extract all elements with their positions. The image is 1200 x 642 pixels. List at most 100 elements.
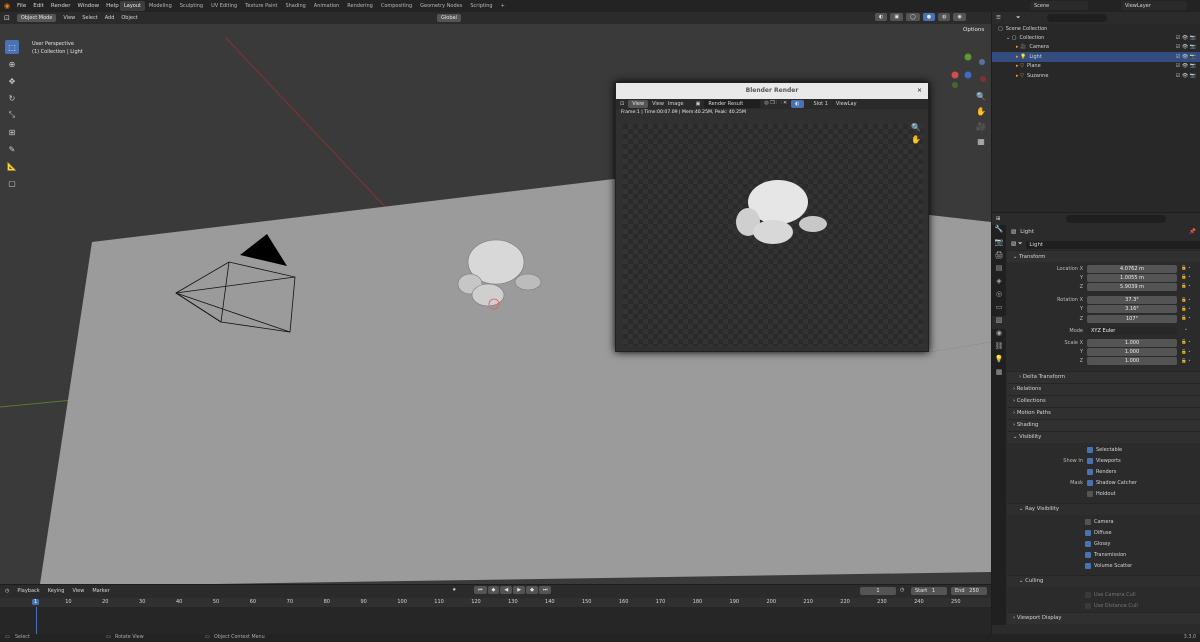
cursor-tool-icon[interactable]: ⊕ — [5, 57, 19, 71]
overlay-icon[interactable]: ◐ — [875, 13, 888, 21]
render-window[interactable]: Blender Render × ⊡ View View Image ▣ Ren… — [615, 82, 929, 352]
rendered-shading-icon[interactable]: ◉ — [953, 13, 966, 21]
object-datablock-field[interactable]: Light — [1026, 240, 1200, 249]
view-menu[interactable]: View — [72, 588, 84, 594]
view-mode-dropdown[interactable]: View — [628, 100, 649, 108]
image-editor-icon[interactable]: ⊡ — [620, 101, 624, 107]
tab-modeling[interactable]: Modeling — [145, 1, 176, 11]
blender-logo-icon[interactable]: ◉ — [4, 2, 10, 10]
holdout-checkbox[interactable] — [1087, 491, 1093, 498]
renders-checkbox[interactable] — [1087, 469, 1093, 476]
render-tab-icon[interactable]: 📷 — [992, 238, 1006, 251]
jump-start-icon[interactable]: ⏮ — [474, 586, 487, 594]
scale-z-field[interactable]: 1.000 — [1087, 357, 1177, 366]
clock-icon[interactable]: ◷ — [900, 587, 904, 593]
playback-menu[interactable]: Playback — [17, 588, 39, 594]
render-result-canvas[interactable]: 🔍 ✋ — [623, 123, 923, 346]
menu-window[interactable]: Window — [77, 3, 99, 9]
start-frame-field[interactable]: Start 1 — [911, 587, 947, 595]
current-frame-field[interactable]: 1 — [860, 587, 896, 595]
solid-shading-icon[interactable]: ● — [922, 13, 936, 21]
search-input[interactable] — [1047, 14, 1108, 22]
outliner[interactable]: ☰ ⏷ ▢ Scene Collection ⌄ ▢ Collection ☑ 👁 … — [992, 12, 1200, 212]
ray-glossy-checkbox[interactable] — [1085, 541, 1091, 548]
transform-orientation-dropdown[interactable]: Global — [437, 14, 461, 22]
lock-icon[interactable]: 🔓 • — [1177, 298, 1195, 303]
data-tab-icon[interactable]: 💡 — [992, 355, 1006, 368]
visibility-toggle-icons[interactable]: ☑ 👁 📷 — [1176, 35, 1196, 41]
tab-layout[interactable]: Layout — [120, 1, 145, 11]
end-frame-field[interactable]: End 250 — [951, 587, 987, 595]
prev-key-icon[interactable]: ◆ — [487, 586, 500, 594]
properties-editor[interactable]: ⊞ 🔧 📷 🖨 ▤ ◈ ◎ ▭ ▧ ◉ ⛓ 💡 ▦ ▧ Light 📌 ▧ ⏷ … — [992, 213, 1200, 642]
select-box-tool-icon[interactable]: ⬚ — [5, 40, 19, 54]
tab-animation[interactable]: Animation — [310, 1, 344, 11]
playhead[interactable] — [36, 607, 37, 634]
record-icon[interactable]: ⏺ — [453, 587, 456, 593]
object-tab-icon[interactable]: ▧ — [992, 316, 1006, 329]
keying-menu[interactable]: Keying — [48, 588, 65, 594]
outliner-item-light[interactable]: ▸ 💡 Light ☑ 👁 📷 — [992, 52, 1200, 62]
select-menu[interactable]: Select — [82, 15, 97, 21]
material-shading-icon[interactable]: ◍ — [938, 13, 951, 21]
add-cube-tool-icon[interactable]: ▢ — [5, 176, 19, 190]
timeline-editor-icon[interactable]: ◷ — [5, 588, 9, 594]
visibility-section-header[interactable]: ⌄ Visibility — [1007, 430, 1200, 443]
view-menu[interactable]: View — [63, 15, 75, 21]
lock-icon[interactable]: 🔓 • — [1177, 340, 1195, 345]
viewlayer-dropdown[interactable]: ViewLay — [836, 101, 857, 107]
jump-end-icon[interactable]: ⏭ — [538, 586, 552, 594]
collections-section-header[interactable]: › Collections — [1007, 394, 1200, 407]
zoom-icon[interactable]: 🔍 — [974, 92, 988, 106]
viewport-display-section-header[interactable]: › Viewport Display — [1007, 611, 1200, 624]
add-menu[interactable]: Add — [105, 15, 115, 21]
culling-section-header[interactable]: ⌄ Culling — [1007, 574, 1200, 587]
tool-tab-icon[interactable]: 🔧 — [992, 225, 1006, 238]
rotation-z-field[interactable]: 107° — [1087, 314, 1177, 323]
scene-tab-icon[interactable]: ◈ — [992, 277, 1006, 290]
play-reverse-icon[interactable]: ◀ — [500, 586, 513, 594]
slot-dropdown[interactable]: Slot 1 — [814, 101, 828, 107]
display-channels-icon[interactable]: ◐ — [791, 100, 804, 108]
render-window-titlebar[interactable]: Blender Render × — [616, 83, 928, 99]
outliner-item-plane[interactable]: ▸ ▽ Plane ☑ 👁 📷 — [992, 62, 1200, 71]
lock-icon[interactable]: 🔓 • — [1177, 316, 1195, 321]
rotation-x-field[interactable]: 37.3° — [1087, 296, 1177, 305]
ortho-grid-icon[interactable]: ▦ — [974, 137, 988, 151]
menu-edit[interactable]: Edit — [33, 3, 44, 9]
lock-icon[interactable]: 🔓 • — [1177, 275, 1195, 280]
output-tab-icon[interactable]: 🖨 — [992, 251, 1006, 264]
zoom-icon[interactable]: 🔍 — [911, 123, 921, 132]
delta-transform-section-header[interactable]: › Delta Transform — [1007, 370, 1200, 383]
camera-view-icon[interactable]: 🎥 — [974, 122, 988, 136]
ray-visibility-section-header[interactable]: ⌄ Ray Visibility — [1007, 502, 1200, 515]
collection-tab-icon[interactable]: ▭ — [992, 303, 1006, 316]
xray-icon[interactable]: ▣ — [890, 13, 904, 21]
image-name-field[interactable]: Render Result — [704, 100, 761, 108]
image-icons[interactable]: ◎ ❐ 🗀 ✕ — [764, 100, 787, 108]
transform-section-header[interactable]: ⌄ Transform — [1007, 250, 1200, 262]
lock-icon[interactable]: 🔓 • — [1177, 307, 1195, 312]
wireframe-shading-icon[interactable]: ◯ — [906, 13, 920, 21]
lock-icon[interactable]: 🔓 • — [1177, 359, 1195, 364]
scale-y-field[interactable]: 1.000 — [1087, 348, 1177, 357]
scene-selector[interactable]: Scene — [1030, 1, 1088, 10]
visibility-toggle-icons[interactable]: ☑ 👁 📷 — [1176, 54, 1196, 60]
options-button[interactable]: Options — [959, 26, 989, 34]
shadow-catcher-checkbox[interactable] — [1087, 480, 1093, 487]
rotation-mode-dropdown[interactable]: XYZ Euler — [1087, 326, 1177, 335]
timeline-ruler[interactable]: 1 10 20 30 40 50 60 70 80 90 100 110 120 130 140 150 160… — [0, 598, 991, 607]
viewlayer-selector[interactable]: ViewLayer — [1121, 1, 1187, 10]
location-z-field[interactable]: 5.9039 m — [1087, 282, 1177, 291]
distance-cull-checkbox[interactable] — [1085, 603, 1091, 610]
viewports-checkbox[interactable] — [1087, 458, 1093, 465]
outliner-item-suzanne[interactable]: ▸ ▽ Suzanne ☑ 👁 📷 — [992, 71, 1200, 80]
camera-cull-checkbox[interactable] — [1085, 592, 1091, 599]
location-y-field[interactable]: 1.0055 m — [1087, 273, 1177, 282]
mode-dropdown[interactable]: Object Mode — [16, 14, 57, 22]
physics-tab-icon[interactable]: ◉ — [992, 329, 1006, 342]
object-menu[interactable]: Object — [121, 15, 137, 21]
world-tab-icon[interactable]: ◎ — [992, 290, 1006, 303]
object-data-icon[interactable]: ▧ ⏷ — [1011, 241, 1022, 248]
relations-section-header[interactable]: › Relations — [1007, 382, 1200, 395]
